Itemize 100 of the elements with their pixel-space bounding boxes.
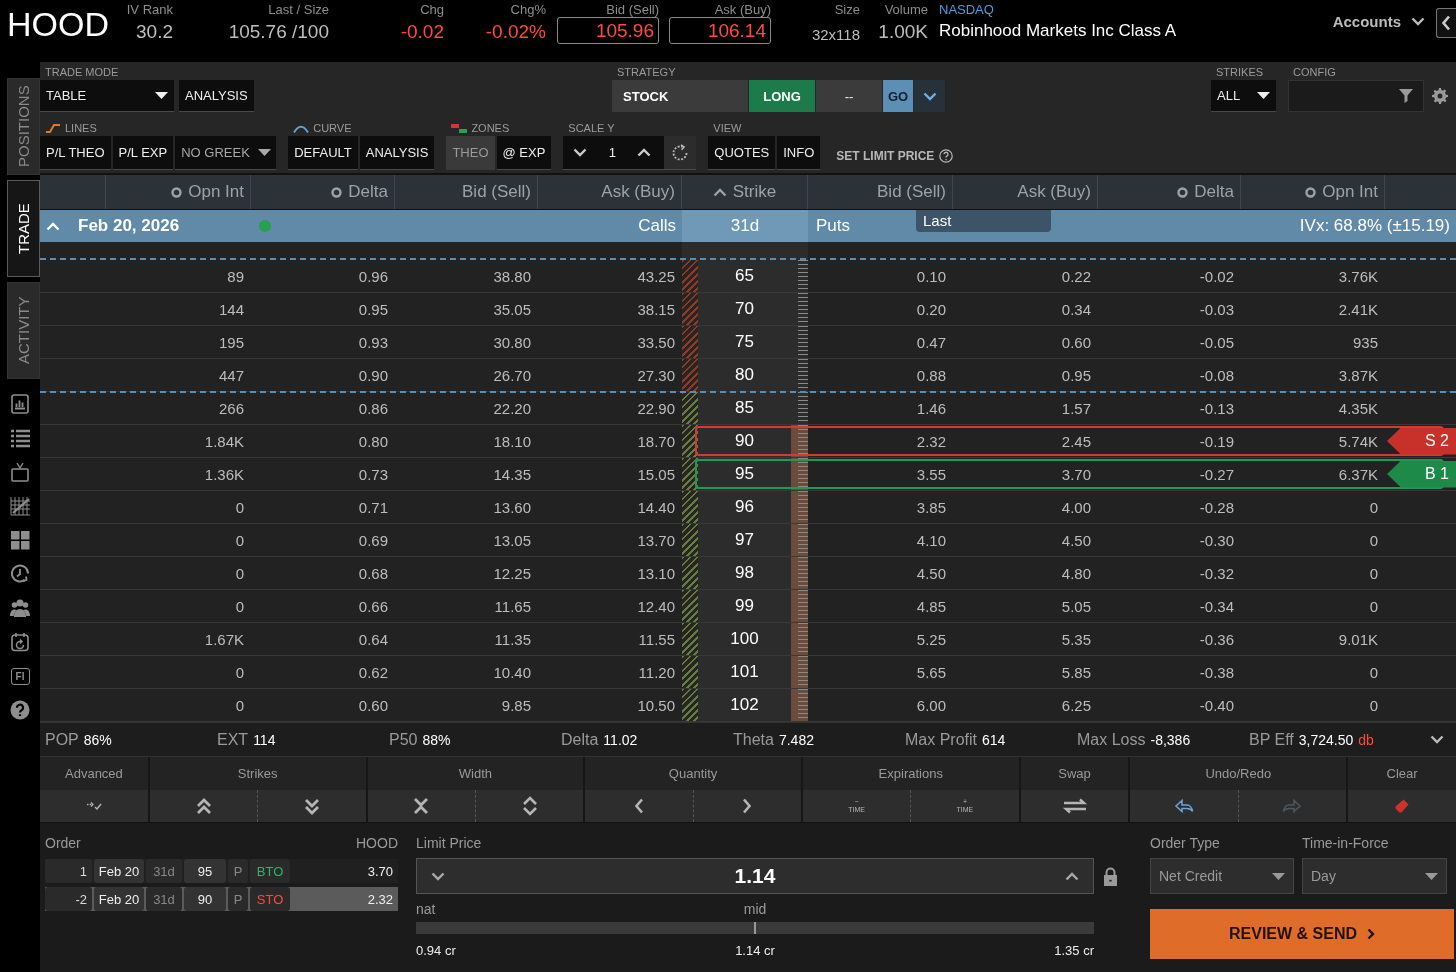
- toggle-button[interactable]: INFO: [777, 136, 821, 170]
- open-interest: 6.37K: [1338, 465, 1378, 483]
- grid-chart-icon[interactable]: [9, 496, 31, 516]
- tv-icon[interactable]: [9, 462, 31, 482]
- column-header[interactable]: Opn Int: [106, 175, 251, 209]
- leg-price: 3.70: [367, 862, 394, 881]
- settings-icon[interactable]: [1432, 88, 1448, 104]
- move-down-button[interactable]: [257, 790, 366, 822]
- chain-row[interactable]: 0 0.66 11.65 12.40 99 4.85 5.05 -0.34 0: [40, 590, 1456, 623]
- chain-row[interactable]: 0 0.68 12.25 13.10 98 4.50 4.80 -0.32 0: [40, 557, 1456, 590]
- quote-value: -0.02%: [485, 20, 546, 44]
- toggle-button[interactable]: QUOTES: [708, 136, 776, 170]
- filter-icon[interactable]: [1399, 89, 1413, 103]
- chain-row[interactable]: 0 0.69 13.05 13.70 97 4.10 4.50 -0.30 0: [40, 524, 1456, 557]
- chain-row[interactable]: 0 0.60 9.85 10.50 102 6.00 6.25 -0.40 0: [40, 689, 1456, 722]
- days-to-expiration: 31d: [730, 216, 760, 236]
- nat-price: 0.94 cr: [416, 943, 457, 958]
- column-header[interactable]: Bid (Sell): [395, 175, 538, 209]
- fi-button[interactable]: FI: [10, 667, 30, 685]
- trade-mode-dropdown[interactable]: TABLE: [40, 80, 174, 112]
- toggle-button[interactable]: P/L EXP: [112, 136, 174, 170]
- clear-button[interactable]: [1348, 790, 1456, 822]
- order-leg[interactable]: -2 Feb 20 31d 90 P STO 2.32: [45, 887, 398, 911]
- chain-row[interactable]: 1.67K 0.64 11.35 11.55 100 5.25 5.35 -0.36 9.01K: [40, 623, 1456, 656]
- toggle-button[interactable]: ANALYSIS: [359, 136, 435, 170]
- tiles-icon[interactable]: [9, 530, 31, 550]
- swap-button[interactable]: [1020, 790, 1129, 822]
- list-icon[interactable]: [9, 428, 31, 448]
- column-header[interactable]: Bid (Sell): [808, 175, 953, 209]
- help-icon[interactable]: [939, 149, 954, 163]
- column-header[interactable]: Ask (Buy): [953, 175, 1098, 209]
- lock-icon[interactable]: [1103, 866, 1118, 886]
- chain-row[interactable]: 1.84K 0.80 18.10 18.70 90 2.32 2.45 -0.19 5.74K S 2: [40, 425, 1456, 458]
- chain-row[interactable]: 0 0.62 10.40 11.20 101 5.65 5.85 -0.38 0: [40, 656, 1456, 689]
- more-button[interactable]: [914, 80, 945, 112]
- set-limit-price-toggle[interactable]: SET LIMIT PRICE: [836, 139, 954, 173]
- chevron-down-icon[interactable]: [573, 148, 588, 157]
- order-type-dropdown[interactable]: Net Credit: [1150, 858, 1294, 894]
- column-header[interactable]: Delta: [1098, 175, 1241, 209]
- review-send-button[interactable]: REVIEW & SEND: [1150, 909, 1454, 959]
- side-tab[interactable]: POSITIONS: [7, 78, 40, 175]
- chart-board-icon[interactable]: [9, 394, 31, 414]
- chevron-down-icon[interactable]: [431, 871, 445, 881]
- limit-price-field[interactable]: 1.14: [416, 858, 1094, 894]
- accounts-menu[interactable]: Accounts: [1332, 13, 1436, 30]
- spread-dropdown[interactable]: --: [816, 80, 882, 112]
- side-button[interactable]: LONG: [749, 80, 815, 112]
- time-in-force-dropdown[interactable]: Day: [1302, 858, 1447, 894]
- chain-row[interactable]: 266 0.86 22.20 22.90 85 1.46 1.57 -0.13 4.35K: [40, 392, 1456, 425]
- ask-price: 6.25: [1061, 696, 1091, 714]
- chain-row[interactable]: 195 0.93 30.80 33.50 75 0.47 0.60 -0.05 935: [40, 326, 1456, 359]
- column-header[interactable]: Ask (Buy): [538, 175, 682, 209]
- open-interest: 89: [227, 267, 244, 285]
- narrow-button[interactable]: [367, 790, 475, 822]
- strikes-dropdown[interactable]: ALL: [1211, 80, 1276, 112]
- strike-price: 75: [734, 331, 755, 353]
- group-label: Width: [458, 766, 492, 781]
- help-icon[interactable]: [10, 700, 30, 720]
- chain-row[interactable]: 1.36K 0.73 14.35 15.05 95 3.55 3.70 -0.27 6.37K B 1: [40, 458, 1456, 491]
- move-up-button[interactable]: [149, 790, 258, 822]
- chevron-down-icon[interactable]: [1430, 735, 1444, 744]
- leg-type: P: [228, 859, 248, 883]
- ask-price: 33.50: [637, 333, 675, 351]
- chain-row[interactable]: 0 0.71 13.60 14.40 96 3.85 4.00 -0.28 0: [40, 491, 1456, 524]
- strike-price: 100: [729, 628, 760, 650]
- column-header[interactable]: Opn Int: [1241, 175, 1385, 209]
- greek-dropdown[interactable]: NO GREEK: [175, 136, 277, 170]
- people-icon[interactable]: [9, 598, 31, 618]
- toggle-button[interactable]: P/L THEO: [40, 136, 111, 170]
- delta-value: -0.27: [1199, 465, 1234, 483]
- price-slider-track[interactable]: [416, 922, 1094, 934]
- ask-price: 0.95: [1061, 366, 1091, 384]
- collapse-button[interactable]: [1436, 8, 1456, 38]
- strategy-dropdown[interactable]: STOCK: [612, 80, 748, 112]
- clock-icon[interactable]: [9, 564, 31, 584]
- chevron-up-icon[interactable]: [637, 148, 652, 157]
- chain-row[interactable]: 447 0.90 26.70 27.30 80 0.88 0.95 -0.08 3.87K: [40, 359, 1456, 392]
- analysis-button[interactable]: ANALYSIS: [179, 80, 254, 112]
- side-tab[interactable]: ACTIVITY: [7, 282, 40, 379]
- go-button[interactable]: GO: [883, 80, 913, 112]
- order-leg[interactable]: 1 Feb 20 31d 95 P BTO 3.70: [45, 859, 398, 883]
- open-interest: 5.74K: [1338, 432, 1378, 450]
- chain-row[interactable]: 144 0.95 35.05 38.15 70 0.20 0.34 -0.03 2.41K: [40, 293, 1456, 326]
- config-field[interactable]: [1288, 80, 1424, 112]
- calendar-icon[interactable]: [9, 632, 31, 652]
- column-header[interactable]: Strike: [682, 175, 808, 209]
- toggle-button[interactable]: THEO: [446, 136, 495, 170]
- toggle-button[interactable]: DEFAULT: [288, 136, 358, 170]
- column-header[interactable]: Delta: [251, 175, 395, 209]
- side-tab[interactable]: TRADE: [7, 180, 40, 277]
- widen-button[interactable]: [474, 790, 584, 822]
- order-type-label: Order Type: [1150, 835, 1221, 853]
- chevron-up-icon[interactable]: [1065, 871, 1079, 881]
- toggle-button[interactable]: @ EXP: [496, 136, 552, 170]
- open-interest: 447: [218, 366, 244, 384]
- open-interest: 2.41K: [1338, 300, 1378, 318]
- undo-button[interactable]: [1130, 790, 1238, 822]
- chain-row[interactable]: 89 0.96 38.80 43.25 65 0.10 0.22 -0.02 3.76K: [40, 260, 1456, 293]
- reset-button[interactable]: [664, 136, 697, 169]
- group-label: ZONES: [471, 121, 510, 135]
